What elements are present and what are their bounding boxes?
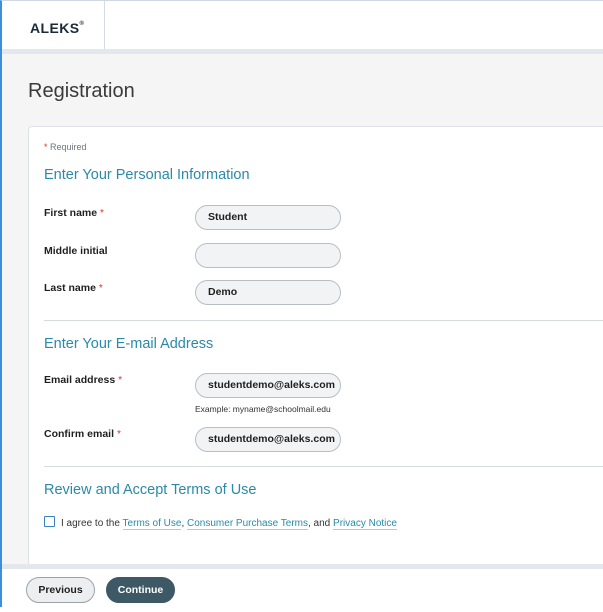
required-marker: * (118, 375, 123, 386)
confirm-email-label: Confirm email * (44, 428, 121, 440)
required-marker: * (100, 208, 104, 219)
required-note-text: Required (50, 142, 87, 152)
continue-button[interactable]: Continue (106, 577, 175, 603)
footer-bar: Previous Continue (2, 564, 603, 612)
section-title-email: Enter Your E-mail Address (44, 336, 214, 352)
first-name-label-text: First name (44, 207, 98, 219)
confirm-email-label-text: Confirm email (44, 428, 115, 440)
email-address-field[interactable]: studentdemo@aleks.com (195, 373, 341, 398)
first-name-field[interactable]: Student (195, 205, 341, 230)
consumer-purchase-terms-link[interactable]: Consumer Purchase Terms (187, 518, 308, 530)
email-hint: Example: myname@schoolmail.edu (195, 404, 331, 414)
logo-cell: ALEKS® (2, 1, 105, 49)
first-name-label: First name * (44, 207, 104, 219)
last-name-label: Last name * (44, 282, 103, 294)
terms-checkbox[interactable] (44, 516, 55, 527)
email-address-label-text: Email address (44, 374, 116, 386)
middle-initial-field[interactable] (195, 243, 341, 268)
terms-separator: , and (308, 518, 331, 529)
last-name-field[interactable]: Demo (195, 280, 341, 305)
previous-button[interactable]: Previous (26, 577, 95, 603)
required-marker: * (116, 429, 121, 440)
aleks-logo[interactable]: ALEKS® (30, 20, 84, 36)
section-divider (44, 466, 603, 467)
required-note: * Required (44, 142, 87, 152)
section-title-personal: Enter Your Personal Information (44, 167, 250, 183)
terms-of-use-link[interactable]: Terms of Use (122, 518, 182, 530)
middle-initial-label-text: Middle initial (44, 245, 108, 257)
section-title-terms: Review and Accept Terms of Use (44, 482, 257, 498)
email-address-label: Email address * (44, 374, 122, 386)
terms-agreement-row: I agree to the Terms of Use, Consumer Pu… (44, 516, 397, 530)
registration-form: * Required Enter Your Personal Informati… (28, 126, 603, 566)
page-title: Registration (28, 80, 135, 102)
privacy-notice-link[interactable]: Privacy Notice (333, 518, 397, 530)
top-bar: ALEKS® (2, 1, 603, 54)
logo-text: ALEKS (30, 20, 80, 36)
required-marker: * (44, 142, 48, 152)
terms-agree-text: I agree to the (61, 518, 120, 529)
confirm-email-field[interactable]: studentdemo@aleks.com (195, 427, 341, 452)
page-body: Registration * Required Enter Your Perso… (2, 54, 603, 566)
required-marker: * (98, 283, 103, 294)
logo-registered-mark: ® (79, 21, 85, 28)
last-name-label-text: Last name (44, 282, 96, 294)
terms-separator: , (181, 518, 185, 529)
section-divider (44, 320, 603, 321)
middle-initial-label: Middle initial (44, 245, 108, 257)
